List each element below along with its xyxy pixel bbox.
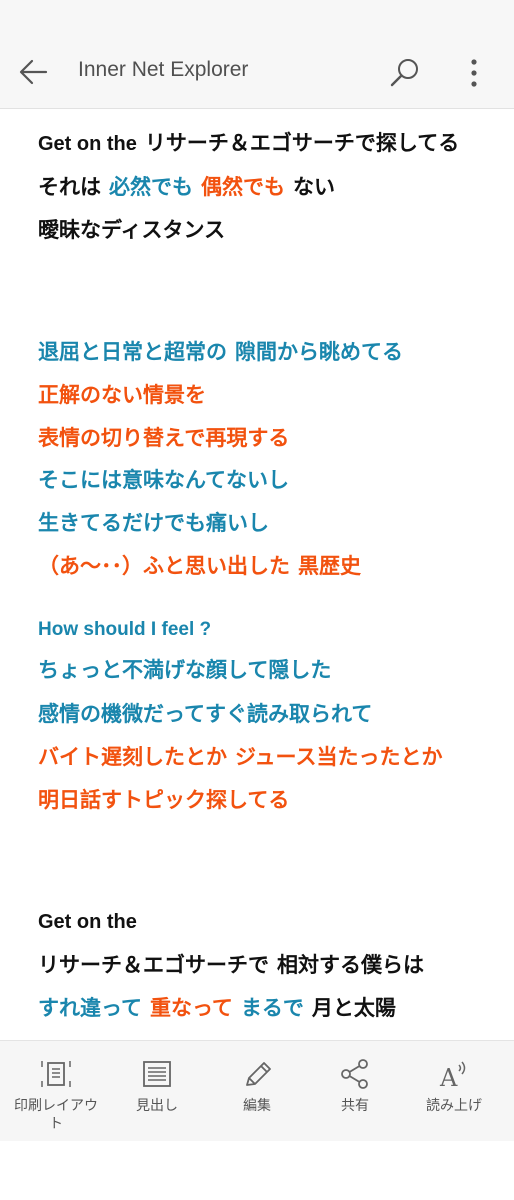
svg-text:A: A	[439, 1064, 458, 1089]
edit-button[interactable]: 編集	[207, 1059, 307, 1115]
search-button[interactable]	[388, 56, 422, 90]
pencil-icon	[246, 1062, 271, 1086]
lyric-line: 生きてるだけでも痛いし	[38, 508, 269, 538]
lyric-line: 明日話すトピック探してる	[38, 785, 289, 815]
read-aloud-icon: A	[439, 1061, 466, 1089]
lyric-line: How should I feel ?	[38, 614, 211, 645]
lyric-segment: ちょっと不満げな顔して隠した	[38, 658, 332, 682]
lyric-segment: ジュース当たったとか	[235, 745, 443, 769]
lyric-segment: （あ～･･）ふと思い出した	[38, 554, 290, 578]
back-button[interactable]	[16, 56, 52, 88]
lyric-segment: 相対する僕らは	[277, 953, 424, 977]
lyric-segment: 正解のない情景を	[38, 383, 206, 407]
bottom-toolbar: 印刷レイアウト 見出し 編集 共有 A 読み上げ	[0, 1040, 514, 1142]
lyric-line: Get on the リサーチ＆エゴサーチで探してる	[38, 128, 459, 159]
lyric-segment: 月と太陽	[311, 996, 396, 1020]
search-icon	[390, 59, 418, 87]
more-options-button[interactable]	[462, 56, 486, 90]
lyric-segment: 偶然でも	[201, 175, 285, 199]
lyric-segment: 隙間から眺めてる	[235, 340, 403, 364]
lyric-line: リサーチ＆エゴサーチで 相対する僕らは	[38, 950, 424, 980]
print-layout-icon	[41, 1061, 71, 1087]
lyric-segment: 曖昧なディスタンス	[38, 218, 226, 242]
lyric-line: すれ違って 重なって まるで 月と太陽	[38, 993, 396, 1023]
lyric-segment: そこには意味なんてないし	[38, 468, 289, 492]
lyric-segment: 重なって	[149, 996, 233, 1020]
more-vertical-icon	[471, 59, 477, 87]
lyric-segment: 明日話すトピック探してる	[38, 788, 290, 812]
lyric-segment: 黒歴史	[298, 554, 361, 578]
top-app-bar: Inner Net Explorer	[0, 0, 514, 109]
print-layout-button[interactable]: 印刷レイアウト	[6, 1059, 106, 1133]
app-title: Inner Net Explorer	[78, 58, 249, 81]
edit-label: 編集	[243, 1098, 271, 1114]
lyric-segment: 感情の機微だってすぐ読み取られて	[38, 702, 373, 726]
lyric-segment: 生きてるだけでも痛いし	[38, 511, 269, 535]
headings-label: 見出し	[136, 1098, 178, 1114]
read-aloud-label: 読み上げ	[426, 1098, 482, 1114]
lyric-line: 曖昧なディスタンス	[38, 215, 225, 245]
lyric-line: そこには意味なんてないし	[38, 465, 289, 495]
bottom-blank-area	[0, 1141, 514, 1200]
lyric-segment: まるで	[240, 996, 304, 1020]
lyric-line: 退屈と日常と超常の 隙間から眺めてる	[38, 337, 403, 367]
lyric-segment: リサーチ＆エゴサーチで探してる	[144, 131, 460, 155]
lyric-line: バイト遅刻したとか ジュース当たったとか	[38, 742, 442, 772]
lyric-segment: リサーチ＆エゴサーチで	[38, 953, 269, 977]
lyric-line: Get on the	[38, 906, 137, 937]
lyric-segment: すれ違って	[38, 996, 142, 1020]
read-aloud-button[interactable]: A 読み上げ	[404, 1059, 504, 1115]
lyric-line: ちょっと不満げな顔して隠した	[38, 655, 331, 685]
headings-button[interactable]: 見出し	[107, 1059, 207, 1115]
lyric-segment: ない	[293, 175, 335, 199]
lyric-line: （あ～･･）ふと思い出した 黒歴史	[38, 551, 361, 581]
lyric-segment: Get on the	[38, 911, 137, 933]
lyric-line: それは 必然でも 偶然でも ない	[38, 172, 335, 202]
lyric-segment: それは	[38, 175, 101, 199]
lyric-line: 感情の機微だってすぐ読み取られて	[38, 699, 372, 729]
lyric-segment: 表情の切り替えで再現する	[38, 426, 290, 450]
lyric-segment: バイト遅刻したとか	[38, 745, 227, 769]
headings-icon	[143, 1061, 171, 1087]
lyric-line: 表情の切り替えで再現する	[38, 423, 289, 453]
lyric-segment: Get on the	[38, 133, 137, 155]
share-label: 共有	[341, 1098, 369, 1114]
lyric-line: 正解のない情景を	[38, 380, 206, 410]
print-layout-label: 印刷レイアウト	[14, 1098, 98, 1132]
arrow-left-icon	[19, 59, 48, 85]
lyric-segment: 必然でも	[109, 175, 193, 199]
share-button[interactable]: 共有	[305, 1059, 405, 1115]
lyric-segment: How should I feel ?	[38, 619, 212, 640]
lyric-segment: 退屈と日常と超常の	[38, 340, 227, 364]
share-icon	[341, 1059, 368, 1089]
